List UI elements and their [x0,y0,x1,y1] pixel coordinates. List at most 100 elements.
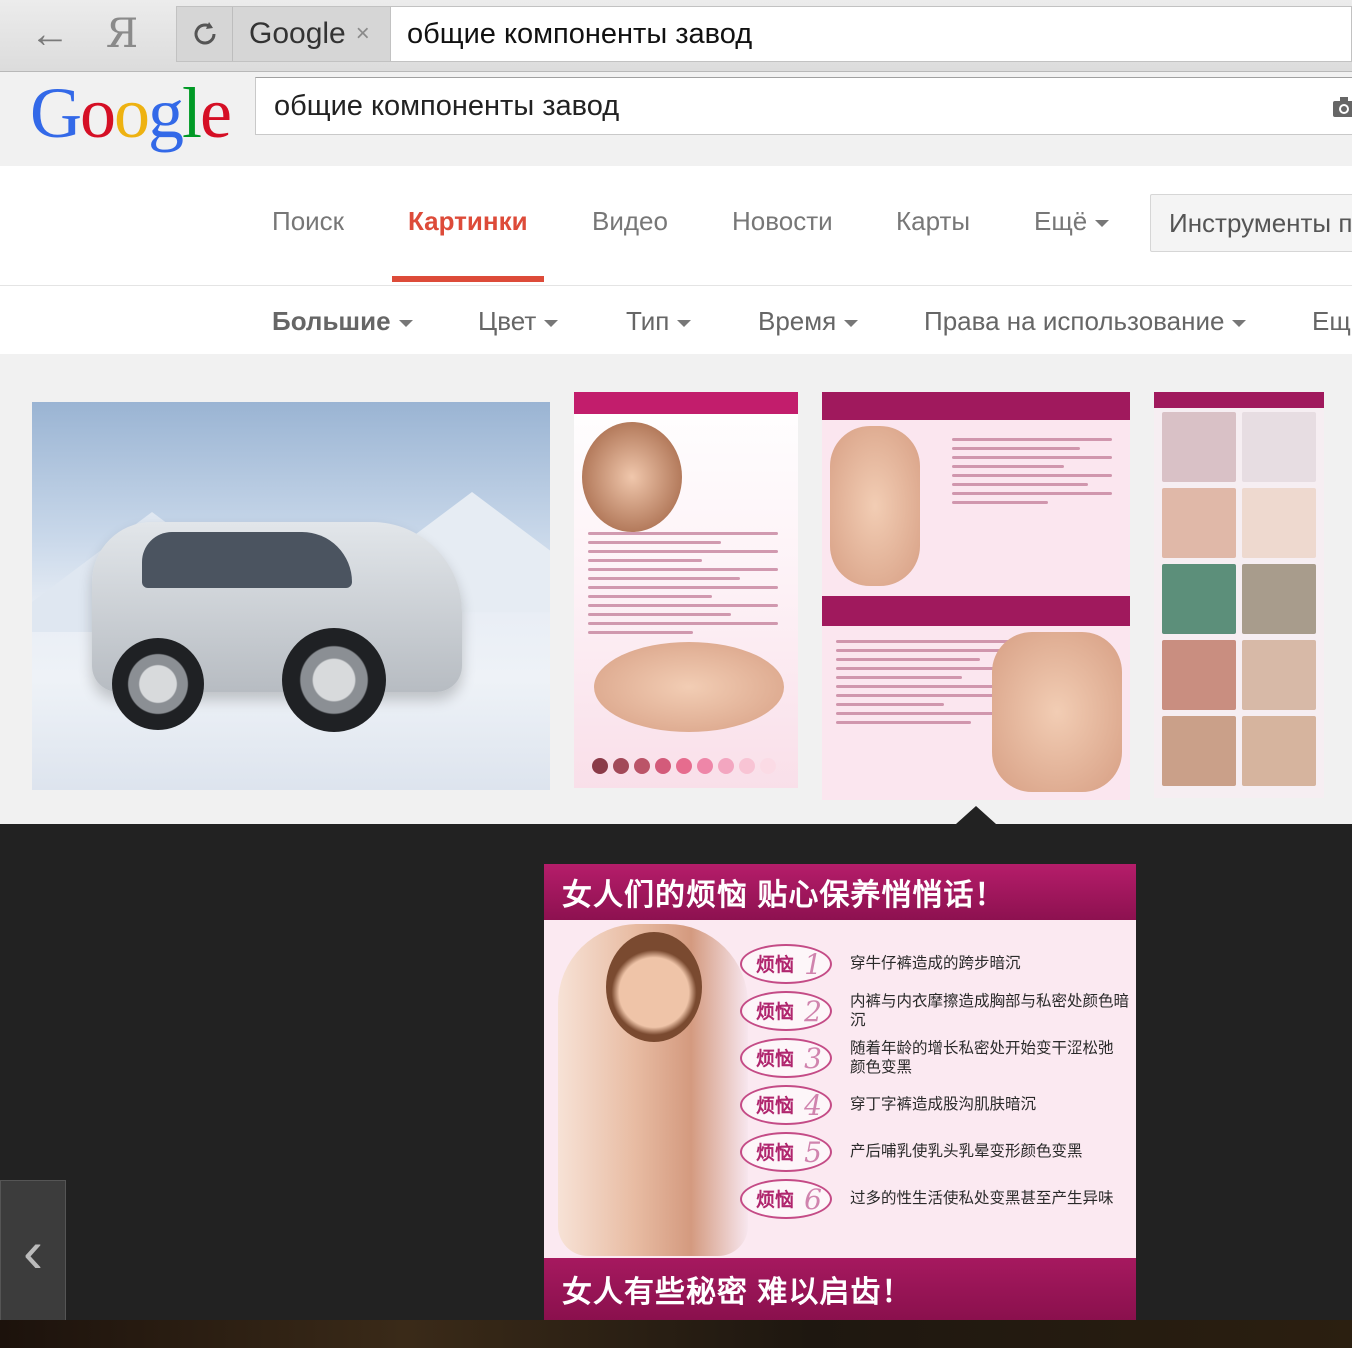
concern-text: 穿丁字裤造成股沟肌肤暗沉 [850,1096,1037,1113]
concern-badge: 烦恼 3 [740,1037,832,1078]
image-results [0,354,1352,824]
photo-grid [1162,412,1316,786]
thumb-header-bar [1154,392,1324,408]
badge-number: 6 [804,1182,822,1216]
logo-letter: g [148,73,184,153]
browser-tab[interactable]: Google × [176,6,390,62]
filter-usage-rights[interactable]: Права на использование [924,306,1247,337]
car-wheel [112,638,204,730]
filter-color[interactable]: Цвет [478,306,559,337]
portrait-shape [582,422,682,532]
search-input[interactable]: общие компоненты завод [255,77,1352,135]
logo-letter: l [182,73,202,153]
logo-letter: o [80,73,116,153]
preview-header: 女人们的烦恼 贴心保养悄悄话！ [544,864,1136,920]
list-item: 烦恼 3 随着年龄的增长私密处开始变干涩松弛 颜色变黑 [740,1034,1130,1081]
badge-number: 4 [804,1088,822,1122]
chevron-down-icon [1095,219,1110,227]
image-filters: Большие Цвет Тип Время Права на использо… [0,286,1352,354]
search-tools-button[interactable]: Инструменты п [1150,194,1352,252]
list-item: 烦恼 6 过多的性生活使私处变黑甚至产生异味 [740,1175,1130,1222]
badge-number: 2 [804,994,822,1028]
list-item: 烦恼 4 穿丁字裤造成股沟肌肤暗沉 [740,1081,1130,1128]
back-arrow-icon[interactable]: ← [20,6,80,62]
google-logo[interactable]: Google [30,72,232,154]
tab-video[interactable]: Видео [592,206,668,237]
badge-number: 1 [804,947,822,981]
os-dock [0,1320,1352,1348]
woman-figure [558,924,748,1256]
filter-color-label: Цвет [478,306,537,336]
car-window [142,532,352,588]
body-shape [594,642,784,732]
text-block [588,532,778,640]
concern-badge: 烦恼 4 [740,1084,832,1125]
logo-letter: G [30,73,82,153]
logo-letter: o [114,73,150,153]
car-wheel [282,628,386,732]
result-thumbnail-suv[interactable] [32,402,550,790]
tab-search[interactable]: Поиск [272,206,344,237]
previous-image-button[interactable]: ‹ [0,1180,66,1322]
logo-letter: e [200,73,232,153]
tab-more-label: Ещё [1034,206,1088,236]
preview-image[interactable]: 女人们的烦恼 贴心保养悄悄话！ 烦恼 1 穿牛仔裤造成的跨步暗沉 烦恼 2 内裤与内衣摩… [544,864,1136,1320]
filter-size[interactable]: Большие [272,306,413,337]
chevron-down-icon [544,319,559,327]
text-block [952,438,1112,510]
tab-news[interactable]: Новости [732,206,833,237]
tab-maps[interactable]: Карты [896,206,970,237]
preview-footer: 女人有些秘密 难以启齿！ [544,1258,1136,1320]
chevron-down-icon [844,319,859,327]
thumb-subheader-bar [822,596,1130,626]
concern-text: 产后哺乳使乳头乳晕变形颜色变黑 [850,1143,1083,1160]
chevron-left-icon: ‹ [23,1217,43,1285]
filter-time-label: Время [758,306,837,336]
list-item: 烦恼 5 产后哺乳使乳头乳晕变形颜色变黑 [740,1128,1130,1175]
badge-label: 烦恼 [756,1190,795,1211]
concern-badge: 烦恼 2 [740,990,832,1031]
concern-list: 烦恼 1 穿牛仔裤造成的跨步暗沉 烦恼 2 内裤与内衣摩擦造成胸部与私密处颜色暗沉 烦恼… [740,940,1130,1222]
filter-size-label: Большие [272,306,391,336]
yandex-button[interactable]: Я [92,6,152,62]
camera-icon[interactable] [1332,96,1352,118]
thumb-header-bar [574,392,798,414]
text-block [836,640,1016,730]
filter-more[interactable]: Ещ [1312,306,1351,337]
preview-pointer [956,806,996,824]
tab-images[interactable]: Картинки [408,206,528,237]
result-thumbnail-pink-ad-1[interactable] [574,392,798,788]
tab-title: Google [249,17,346,50]
color-swatches [592,758,776,774]
result-thumbnail-pink-ad-3[interactable] [1154,392,1324,798]
image-preview-panel: 女人们的烦恼 贴心保养悄悄话！ 烦恼 1 穿牛仔裤造成的跨步暗沉 烦恼 2 内裤与内衣摩… [0,824,1352,1322]
chevron-down-icon [398,319,413,327]
filter-time[interactable]: Время [758,306,859,337]
figure-shape [992,632,1122,792]
chevron-down-icon [677,319,692,327]
list-item: 烦恼 2 内裤与内衣摩擦造成胸部与私密处颜色暗沉 [740,987,1130,1034]
badge-number: 5 [804,1135,822,1169]
reload-icon[interactable] [177,7,233,61]
list-item: 烦恼 1 穿牛仔裤造成的跨步暗沉 [740,940,1130,987]
concern-text: 穿牛仔裤造成的跨步暗沉 [850,955,1021,972]
badge-label: 烦恼 [756,1002,795,1023]
filter-usage-rights-label: Права на использование [924,306,1225,336]
tab-close-icon[interactable]: × [356,20,370,48]
search-type-tabs: Поиск Картинки Видео Новости Карты Ещё И… [0,166,1352,286]
result-thumbnail-pink-ad-2[interactable] [822,392,1130,800]
tab-more[interactable]: Ещё [1034,206,1110,237]
badge-label: 烦恼 [756,1143,795,1164]
concern-text: 内裤与内衣摩擦造成胸部与私密处颜色暗沉 [850,992,1130,1029]
woman-head [606,932,702,1042]
browser-toolbar: ← Я Google × общие компоненты завод [0,0,1352,72]
badge-number: 3 [804,1041,822,1075]
concern-badge: 烦恼 5 [740,1131,832,1172]
filter-type[interactable]: Тип [626,306,692,337]
figure-shape [830,426,920,586]
thumb-header-bar [822,392,1130,420]
address-bar[interactable]: общие компоненты завод [390,6,1352,62]
badge-label: 烦恼 [756,1096,795,1117]
badge-label: 烦恼 [756,1049,795,1070]
concern-text: 随着年龄的增长私密处开始变干涩松弛 颜色变黑 [850,1039,1114,1076]
